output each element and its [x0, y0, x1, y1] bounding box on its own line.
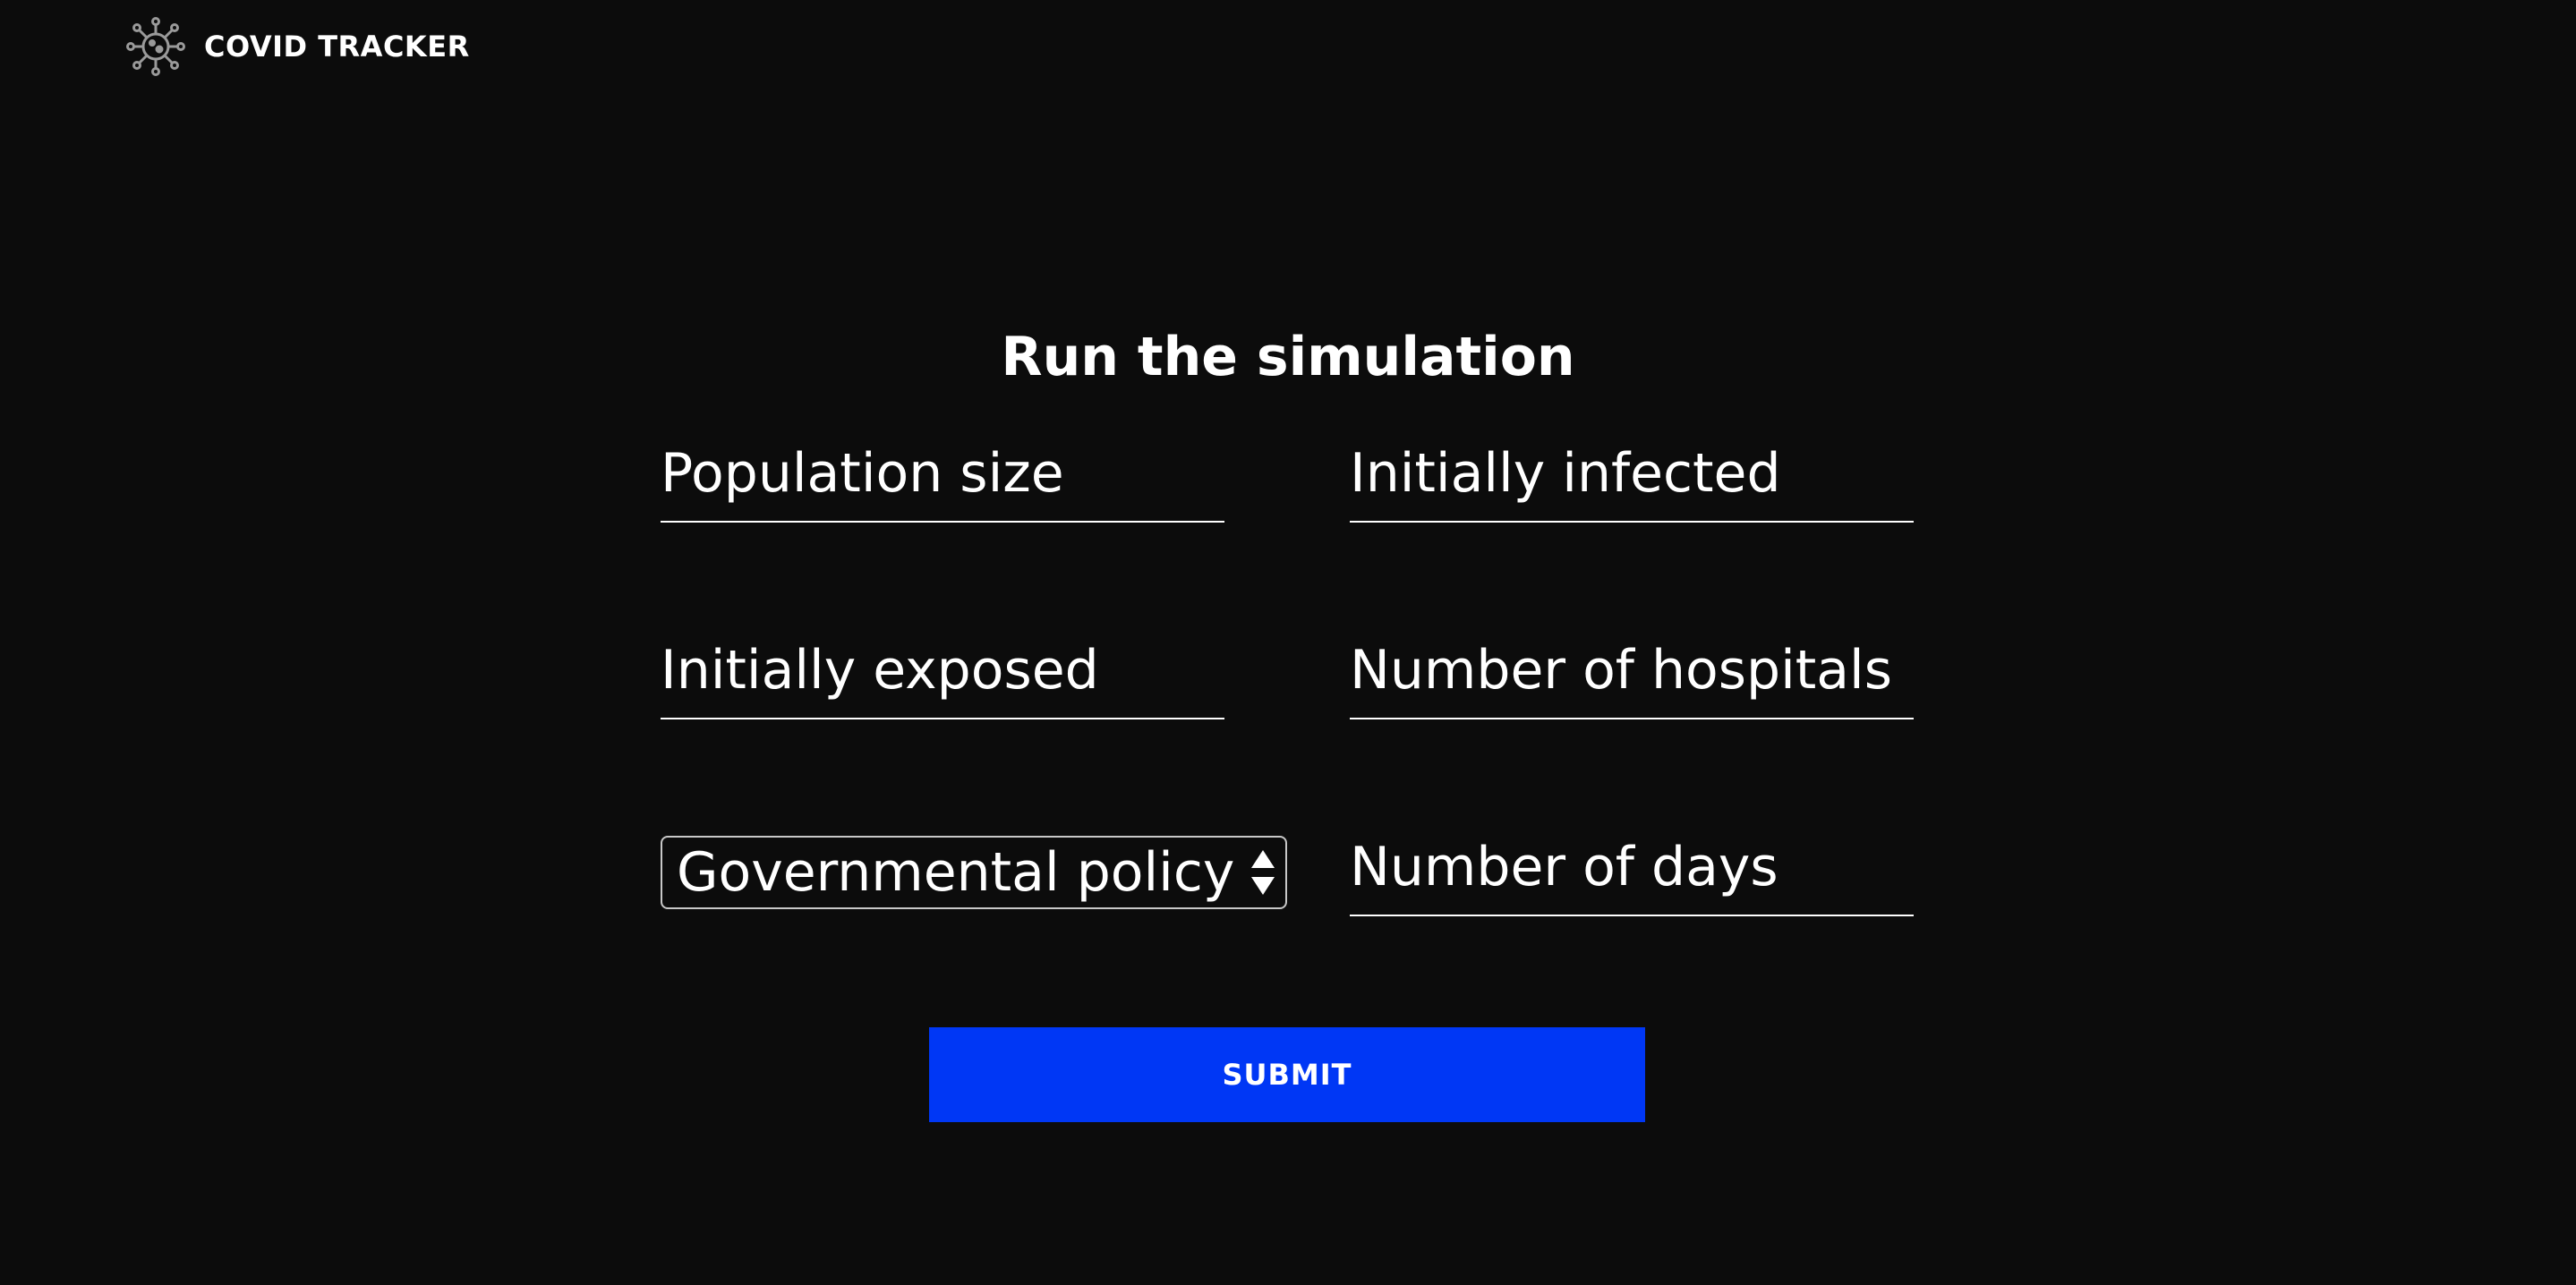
number-of-days-field-wrap — [1350, 827, 1914, 916]
number-of-hospitals-input[interactable] — [1350, 630, 1914, 719]
governmental-policy-select[interactable]: Governmental policy — [661, 836, 1287, 909]
number-of-days-input[interactable] — [1350, 827, 1914, 916]
population-size-field-wrap — [661, 433, 1224, 523]
initially-infected-input[interactable] — [1350, 433, 1914, 523]
page: COVID TRACKER Run the simulation Governm… — [0, 0, 2576, 1285]
submit-button[interactable]: SUBMIT — [929, 1027, 1645, 1122]
brand-name: COVID TRACKER — [204, 30, 470, 64]
select-arrows-icon — [1250, 847, 1276, 898]
number-of-hospitals-field-wrap — [1350, 630, 1914, 719]
initially-infected-field-wrap — [1350, 433, 1914, 523]
initially-exposed-field-wrap — [661, 630, 1224, 719]
brand-link[interactable]: COVID TRACKER — [125, 16, 470, 77]
population-size-input[interactable] — [661, 433, 1224, 523]
virus-icon — [125, 16, 186, 77]
initially-exposed-input[interactable] — [661, 630, 1224, 719]
governmental-policy-selected-value: Governmental policy — [677, 841, 1235, 904]
page-title: Run the simulation — [1001, 326, 1575, 388]
